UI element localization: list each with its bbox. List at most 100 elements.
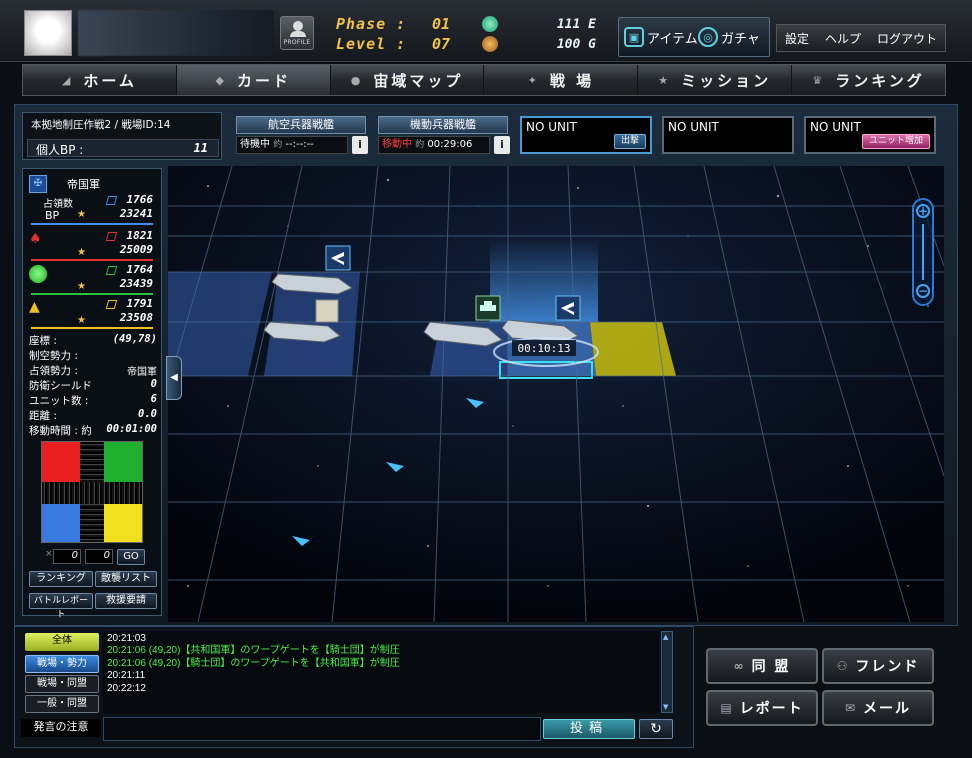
star-icon: ★: [658, 73, 672, 87]
energy-value: 111 E: [556, 17, 596, 32]
link-icon: ∞: [733, 659, 746, 673]
enemy-list-button[interactable]: 敵襲リスト: [95, 571, 157, 587]
item-button[interactable]: ▣ アイテム: [624, 22, 698, 52]
faction-empire: ✠ 帝国軍 占領数 BP ★ 1766 23241: [27, 173, 157, 227]
nav-battlefield[interactable]: ✦ 戦 場: [484, 65, 639, 95]
zoom-control[interactable]: + −: [912, 198, 934, 306]
friend-button[interactable]: ⚇ フレンド: [822, 648, 934, 684]
level-label: Level :: [336, 35, 407, 53]
occupy-row: 占領勢力 : 帝国軍: [29, 365, 157, 378]
battle-info: 本拠地制圧作戦2 / 戦場ID:14 個人BP : 11: [22, 112, 222, 160]
chat-line: 20:21:11: [107, 670, 146, 682]
map-canvas[interactable]: 00:10:13: [168, 166, 944, 622]
rescue-request-button[interactable]: 救援要請: [95, 593, 157, 609]
faction-yellow: ▲ ★ 1791 23508: [27, 297, 157, 331]
info-icon[interactable]: i: [494, 136, 510, 154]
zoom-out-icon[interactable]: −: [916, 284, 930, 298]
faction-green: ★ 1764 23439: [27, 263, 157, 297]
username-box: [78, 10, 274, 56]
nav-mission[interactable]: ★ ミッション: [638, 65, 793, 95]
sortie-button[interactable]: 出撃: [613, 134, 646, 149]
nav-home[interactable]: ◢ ホーム: [23, 65, 177, 95]
personal-bp: 個人BP : 11: [27, 139, 219, 157]
chat-log: 20:21:03 20:21:06 (49,20)【共和国軍】のワープゲートを【…: [103, 631, 659, 713]
level-value: 07: [432, 35, 451, 53]
phase-label: Phase :: [336, 15, 407, 33]
mail-icon: ✉: [844, 701, 858, 715]
chat-rules-link[interactable]: 発言の注意: [21, 719, 101, 737]
top-bar: PROFILE Phase : 01 Level : 07 111 E 100 …: [0, 0, 972, 62]
fleet-air[interactable]: 航空兵器戦艦 待機中 約 --:--:-- i: [236, 116, 368, 156]
item-icon: ▣: [624, 27, 644, 47]
scroll-up-icon[interactable]: ▲: [663, 633, 671, 641]
chat-line: 20:22:12: [107, 682, 146, 694]
star-icon: ★: [77, 209, 86, 220]
chat-tab-all[interactable]: 全体: [25, 633, 99, 651]
coord-jump: × 0 0 GO: [41, 549, 145, 565]
chat-tab-battle-faction[interactable]: 戦場・勢力: [25, 655, 99, 673]
gacha-button[interactable]: ◎ ガチャ: [698, 22, 760, 52]
report-button[interactable]: ▤ レポート: [706, 690, 818, 726]
main-nav: ◢ ホーム ◆ カード ● 宙域マップ ✦ 戦 場 ★ ミッション ♛ ランキング: [22, 64, 946, 96]
star-icon: ★: [77, 281, 86, 292]
battle-map[interactable]: 00:10:13: [168, 166, 944, 622]
chat-input[interactable]: [103, 717, 541, 741]
unit-card-icon[interactable]: [315, 299, 339, 323]
unit-slot-2[interactable]: NO UNIT: [662, 116, 794, 154]
logout-link[interactable]: ログアウト: [877, 30, 937, 47]
home-icon: ◢: [61, 73, 74, 87]
minimap[interactable]: [41, 441, 143, 543]
unit-slot-1[interactable]: NO UNIT 出撃: [520, 116, 652, 154]
red-faction-icon: ♠: [29, 231, 42, 247]
fleet-mobile[interactable]: 機動兵器戦艦 移動中 約 00:29:06 i: [378, 116, 510, 156]
chevron-left-icon: ◀: [170, 372, 178, 383]
unit-panels: 航空兵器戦艦 待機中 約 --:--:-- i 機動兵器戦艦 移動中 約 00:…: [228, 112, 946, 160]
battle-icon: ✦: [527, 73, 540, 87]
settings-link[interactable]: 設定: [785, 30, 809, 47]
help-link[interactable]: ヘルプ: [825, 30, 861, 47]
move-timer: 00:10:13: [518, 342, 571, 355]
chat-line: 20:21:03: [107, 633, 146, 644]
nav-card[interactable]: ◆ カード: [176, 65, 331, 95]
mail-button[interactable]: ✉ メール: [822, 690, 934, 726]
planet-icon: ●: [350, 73, 364, 87]
zoom-track[interactable]: [922, 224, 924, 280]
chat-tab-general-alliance[interactable]: 一般・同盟: [25, 695, 99, 713]
crown-icon: ♛: [812, 73, 826, 87]
profile-icon: [293, 21, 303, 31]
go-button[interactable]: GO: [117, 549, 145, 565]
scroll-down-icon[interactable]: ▼: [663, 703, 671, 711]
system-links: 設定 ヘルプ ログアウト: [776, 24, 946, 52]
distance-row: 距離 :0.0: [29, 408, 157, 422]
add-unit-button[interactable]: ユニット増加: [861, 134, 930, 149]
post-button[interactable]: 投稿: [543, 719, 635, 739]
coord-y-input[interactable]: 0: [85, 549, 113, 564]
info-icon[interactable]: i: [352, 136, 368, 154]
card-icon: ◆: [215, 73, 227, 87]
collapse-panel-tab[interactable]: ◀: [166, 356, 182, 400]
alliance-button[interactable]: ∞ 同 盟: [706, 648, 818, 684]
air-control-row: 制空勢力 :: [29, 350, 78, 362]
ranking-button[interactable]: ランキング: [29, 571, 93, 587]
gold-value: 100 G: [556, 37, 596, 52]
avatar[interactable]: [24, 10, 72, 56]
gold-icon: [482, 36, 498, 52]
profile-button[interactable]: PROFILE: [280, 16, 314, 50]
zoom-in-icon[interactable]: +: [916, 204, 930, 218]
gacha-icon: ◎: [698, 27, 718, 47]
nav-space-map[interactable]: ● 宙域マップ: [331, 65, 485, 95]
refresh-icon[interactable]: ↻: [639, 719, 673, 739]
battle-report-button[interactable]: バトルレポート: [29, 593, 93, 620]
energy-icon: [482, 16, 498, 32]
chat-tab-battle-alliance[interactable]: 戦場・同盟: [25, 675, 99, 693]
unit-slot-3[interactable]: NO UNIT ユニット増加: [804, 116, 936, 154]
star-icon: ★: [77, 315, 86, 326]
coord-x-input[interactable]: 0: [53, 549, 81, 564]
battle-title: 本拠地制圧作戦2 / 戦場ID:14: [31, 119, 171, 131]
green-faction-icon: [29, 265, 47, 283]
star-icon: ★: [77, 247, 86, 258]
units-row: ユニット数 :6: [29, 393, 157, 407]
faction-red: ♠ ★ 1821 25009: [27, 229, 157, 263]
nav-ranking[interactable]: ♛ ランキング: [792, 65, 945, 95]
chat-scrollbar[interactable]: ▲ ▼: [661, 631, 673, 713]
